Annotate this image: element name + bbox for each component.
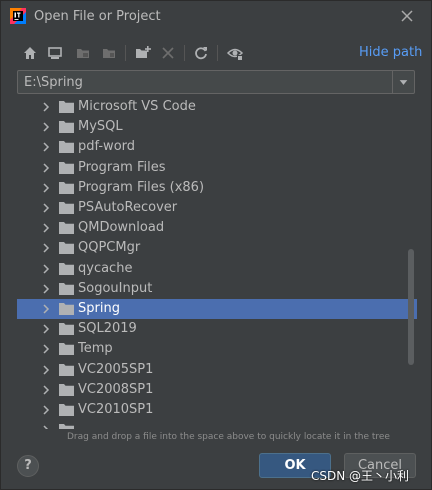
chevron-right-icon[interactable] — [41, 324, 51, 334]
folder-icon — [59, 343, 74, 356]
csdn-watermark: CSDN @王丶小利 — [311, 469, 410, 483]
drag-drop-hint: Drag and drop a file into the space abov… — [67, 432, 390, 442]
tree-row-label: MySQL — [78, 119, 123, 135]
tree-row[interactable]: Program Files — [17, 158, 417, 178]
tree-row[interactable]: Spring — [17, 299, 417, 319]
tree-row-label: SogouInput — [78, 280, 153, 296]
tree-row-label: Program Files — [78, 159, 166, 175]
chevron-right-icon[interactable] — [41, 223, 51, 233]
chevron-down-icon[interactable] — [392, 71, 414, 93]
tree-row[interactable]: Temp — [17, 339, 417, 359]
chevron-right-icon[interactable] — [41, 264, 51, 274]
chevron-right-icon[interactable] — [41, 163, 51, 173]
folder-icon — [59, 161, 74, 174]
toolbar: Hide path — [1, 41, 431, 65]
chevron-right-icon[interactable] — [41, 344, 51, 354]
folder-icon — [59, 141, 74, 154]
folder-icon — [59, 404, 74, 416]
chevron-right-icon[interactable] — [41, 385, 51, 395]
tree-row-label: VC2008SP1 — [78, 381, 154, 397]
tree-row[interactable]: PSAutoRecover — [17, 198, 417, 218]
help-button[interactable]: ? — [17, 455, 39, 477]
folder-tree[interactable]: Microsoft VS Code MySQL pdf-word Program Fi… — [17, 95, 417, 429]
refresh-icon[interactable] — [192, 44, 210, 62]
chevron-right-icon[interactable] — [41, 284, 51, 294]
folder-icon — [59, 282, 74, 295]
dialog-title: Open File or Project — [34, 9, 161, 24]
tree-row[interactable]: Program Files (x86) — [17, 178, 417, 198]
module-folder-icon[interactable] — [100, 44, 118, 62]
tree-row[interactable]: SogouInput — [17, 279, 417, 299]
tree-row-label: QQPCMgr — [78, 240, 141, 256]
hide-path-link[interactable]: Hide path — [359, 45, 422, 60]
tree-row[interactable]: MySQL — [17, 117, 417, 137]
folder-icon — [59, 101, 74, 113]
folder-icon — [59, 363, 74, 376]
desktop-icon[interactable] — [46, 44, 64, 62]
chevron-right-icon[interactable] — [41, 365, 51, 375]
open-file-dialog: Open File or Project Hide path E:\Spring… — [0, 0, 432, 490]
folder-icon — [59, 242, 74, 255]
delete-icon[interactable] — [159, 44, 177, 62]
chevron-right-icon[interactable] — [41, 243, 51, 253]
toolbar-separator — [217, 45, 218, 61]
tree-row-label: PSAutoRecover — [78, 200, 178, 215]
folder-icon — [59, 222, 74, 235]
project-folder-icon[interactable] — [74, 44, 92, 62]
title-bar: Open File or Project — [1, 1, 431, 34]
folder-icon — [59, 262, 74, 275]
tree-row-label: Spring — [78, 301, 120, 316]
tree-row-label: Temp — [78, 341, 113, 357]
path-field[interactable] — [17, 70, 415, 94]
folder-icon — [59, 424, 74, 429]
tree-row-label: Microsoft VS Code — [78, 99, 196, 114]
chevron-right-icon[interactable] — [41, 405, 51, 415]
tree-row[interactable]: QQPCMgr — [17, 238, 417, 258]
tree-row-label: QMDownload — [78, 220, 165, 236]
tree-row-label: VC2010SP1 — [78, 402, 154, 417]
folder-icon — [59, 202, 74, 214]
tree-row[interactable]: Microsoft VS Code — [17, 97, 417, 117]
folder-icon — [59, 383, 74, 396]
tree-row-label: qycache — [78, 260, 133, 276]
tree-row[interactable]: VC2008SP1 — [17, 380, 417, 400]
chevron-right-icon[interactable] — [41, 122, 51, 132]
chevron-right-icon[interactable] — [41, 304, 51, 314]
new-folder-icon[interactable] — [134, 44, 152, 62]
path-input[interactable] — [18, 71, 392, 93]
tree-row-partial — [17, 420, 417, 429]
close-icon[interactable] — [399, 8, 415, 24]
tree-row[interactable]: qycache — [17, 259, 417, 279]
toolbar-separator — [125, 45, 126, 61]
tree-row[interactable]: QMDownload — [17, 218, 417, 238]
chevron-right-icon — [43, 425, 48, 429]
home-icon[interactable] — [21, 44, 39, 62]
toolbar-separator — [184, 45, 185, 61]
chevron-right-icon[interactable] — [41, 203, 51, 213]
intellij-logo-icon — [10, 8, 26, 24]
tree-row-label: SQL2019 — [78, 321, 137, 337]
tree-row-label: VC2005SP1 — [78, 361, 154, 377]
chevron-right-icon[interactable] — [41, 142, 51, 152]
chevron-right-icon[interactable] — [41, 183, 51, 193]
tree-row-label: pdf-word — [78, 139, 136, 155]
show-hidden-files-icon[interactable] — [226, 44, 244, 62]
tree-row[interactable]: VC2005SP1 — [17, 360, 417, 380]
folder-icon — [59, 303, 74, 315]
tree-scrollbar[interactable] — [408, 249, 414, 365]
tree-row[interactable]: pdf-word — [17, 137, 417, 157]
tree-row-label: Program Files (x86) — [78, 179, 205, 195]
chevron-right-icon[interactable] — [41, 102, 51, 112]
folder-icon — [59, 181, 74, 194]
tree-row[interactable]: VC2010SP1 — [17, 400, 417, 420]
folder-icon — [59, 121, 74, 134]
folder-icon — [59, 323, 74, 336]
tree-row[interactable]: SQL2019 — [17, 319, 417, 339]
